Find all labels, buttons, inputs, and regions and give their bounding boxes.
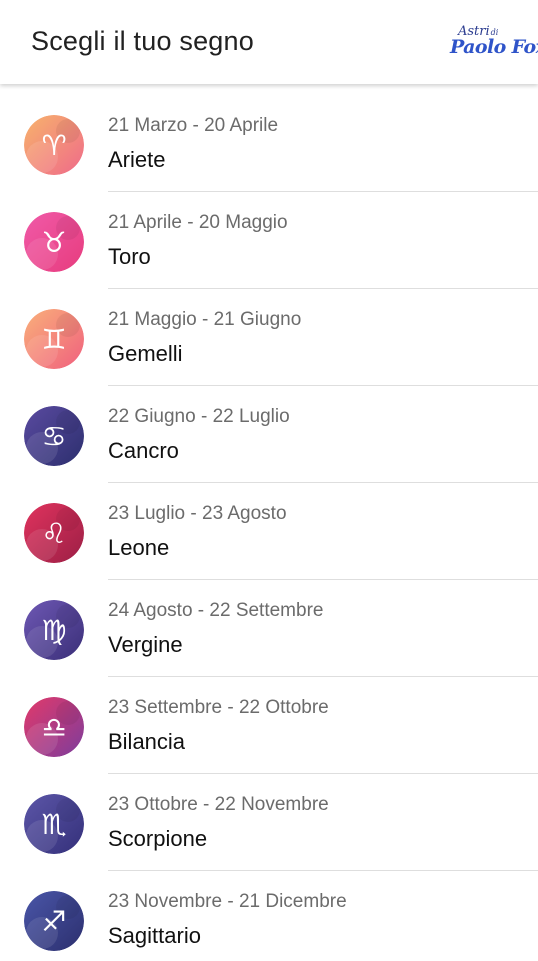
svg-text:♏: ♏ <box>41 808 66 841</box>
gemini-icon: ♊ <box>24 309 84 369</box>
sign-row-sagittario[interactable]: ♐ 23 Novembre - 21 Dicembre Sagittario <box>0 864 538 961</box>
sign-dates: 23 Luglio - 23 Agosto <box>108 503 287 524</box>
sign-row-vergine[interactable]: ♍ 24 Agosto - 22 Settembre Vergine <box>0 573 538 677</box>
sign-row-scorpione[interactable]: ♏ 23 Ottobre - 22 Novembre Scorpione <box>0 767 538 871</box>
svg-text:♉: ♉ <box>41 226 66 259</box>
cancer-icon: ♋ <box>24 406 84 466</box>
sign-row-cancro[interactable]: ♋ 22 Giugno - 22 Luglio Cancro <box>0 379 538 483</box>
svg-text:♌: ♌ <box>41 517 66 550</box>
sign-row-toro[interactable]: ♉ 21 Aprile - 20 Maggio Toro <box>0 185 538 289</box>
sign-dates: 21 Maggio - 21 Giugno <box>108 309 302 330</box>
sign-dates: 23 Novembre - 21 Dicembre <box>108 891 347 912</box>
sign-list: ♈ 21 Marzo - 20 Aprile Ariete ♉ 21 Aprile - … <box>0 88 538 961</box>
brand-logo: Astridi Paolo Fox <box>450 24 538 58</box>
sagittarius-icon: ♐ <box>24 891 84 951</box>
sign-row-leone[interactable]: ♌ 23 Luglio - 23 Agosto Leone <box>0 476 538 580</box>
sign-row-gemelli[interactable]: ♊ 21 Maggio - 21 Giugno Gemelli <box>0 282 538 386</box>
sign-name: Leone <box>108 535 170 560</box>
svg-text:♋: ♋ <box>41 420 66 453</box>
libra-icon: ♎ <box>24 697 84 757</box>
sign-dates: 22 Giugno - 22 Luglio <box>108 406 290 427</box>
sign-name: Ariete <box>108 147 166 172</box>
taurus-icon: ♉ <box>24 212 84 272</box>
sign-dates: 23 Settembre - 22 Ottobre <box>108 697 329 718</box>
svg-text:♊: ♊ <box>41 323 66 356</box>
scorpio-icon: ♏ <box>24 794 84 854</box>
sign-name: Sagittario <box>108 923 201 948</box>
sign-row-ariete[interactable]: ♈ 21 Marzo - 20 Aprile Ariete <box>0 88 538 192</box>
sign-dates: 24 Agosto - 22 Settembre <box>108 600 324 621</box>
virgo-icon: ♍ <box>24 600 84 660</box>
page-title: Scegli il tuo segno <box>31 26 254 56</box>
sign-name: Toro <box>108 244 151 269</box>
sign-name: Vergine <box>108 632 183 657</box>
svg-text:♈: ♈ <box>41 129 66 162</box>
sign-name: Gemelli <box>108 341 183 366</box>
sign-dates: 23 Ottobre - 22 Novembre <box>108 794 329 815</box>
sign-dates: 21 Aprile - 20 Maggio <box>108 212 288 233</box>
app-bar: Scegli il tuo segno Astridi Paolo Fox <box>0 0 538 84</box>
sign-row-bilancia[interactable]: ♎ 23 Settembre - 22 Ottobre Bilancia <box>0 670 538 774</box>
sign-name: Scorpione <box>108 826 208 851</box>
leo-icon: ♌ <box>24 503 84 563</box>
svg-text:♐: ♐ <box>41 905 66 938</box>
sign-dates: 21 Marzo - 20 Aprile <box>108 115 279 136</box>
svg-text:♎: ♎ <box>41 711 66 744</box>
sign-name: Bilancia <box>108 729 186 754</box>
svg-text:♍: ♍ <box>41 614 66 647</box>
sign-name: Cancro <box>108 438 179 463</box>
aries-icon: ♈ <box>24 115 84 175</box>
